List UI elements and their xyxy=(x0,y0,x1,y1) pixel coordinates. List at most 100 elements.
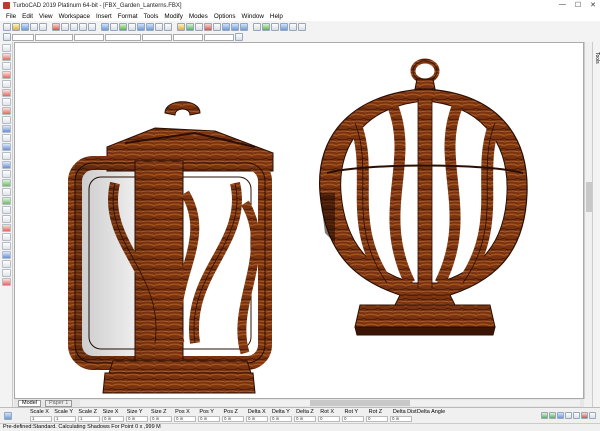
curve-icon[interactable] xyxy=(1,107,11,115)
vertical-scrollbar[interactable] xyxy=(584,42,592,399)
pen-color-field[interactable] xyxy=(105,33,141,41)
toolbar-options-icon[interactable] xyxy=(235,33,243,41)
save-icon[interactable] xyxy=(21,22,29,31)
snap-icon[interactable] xyxy=(119,22,127,31)
print-icon[interactable] xyxy=(30,22,38,31)
minimize-icon[interactable]: — xyxy=(559,1,566,9)
trace-mode-icon[interactable] xyxy=(565,412,572,419)
field-scale-x[interactable]: 1 xyxy=(30,416,52,422)
brush-field[interactable] xyxy=(142,33,172,41)
horizontal-scroll-thumb[interactable] xyxy=(310,400,410,406)
properties-icon[interactable] xyxy=(280,22,288,31)
cut-icon[interactable] xyxy=(52,22,60,31)
maximize-icon[interactable]: ☐ xyxy=(575,1,581,9)
shading-icon[interactable] xyxy=(186,22,194,31)
field-size-y[interactable]: 0 in xyxy=(126,416,148,422)
menu-tools[interactable]: Tools xyxy=(144,13,159,20)
close-icon[interactable]: ✕ xyxy=(590,1,596,9)
zoom-window-icon[interactable] xyxy=(155,22,163,31)
open-file-icon[interactable] xyxy=(12,22,20,31)
revolve-icon[interactable] xyxy=(1,188,11,196)
workplane-icon[interactable] xyxy=(253,22,261,31)
view-front-icon[interactable] xyxy=(231,22,239,31)
mirror-icon[interactable] xyxy=(1,242,11,250)
field-rot-x[interactable]: 0 xyxy=(318,416,340,422)
grid-mode-icon[interactable] xyxy=(557,412,564,419)
camera-icon[interactable] xyxy=(213,22,221,31)
move-icon[interactable] xyxy=(1,215,11,223)
boolean-icon[interactable] xyxy=(1,197,11,205)
offset-icon[interactable] xyxy=(1,269,11,277)
light-icon[interactable] xyxy=(204,22,212,31)
coordinate-icon[interactable] xyxy=(262,22,270,31)
text-style-field[interactable] xyxy=(204,33,234,41)
layer-field[interactable] xyxy=(12,33,34,41)
field-size-x[interactable]: 0 in xyxy=(102,416,124,422)
view-iso-icon[interactable] xyxy=(240,22,248,31)
fillet-icon[interactable] xyxy=(1,206,11,214)
rectangle-icon[interactable] xyxy=(1,80,11,88)
menu-edit[interactable]: Edit xyxy=(22,13,33,20)
units-icon[interactable] xyxy=(573,412,580,419)
settings-icon[interactable] xyxy=(589,412,596,419)
zoom-in-icon[interactable] xyxy=(137,22,145,31)
dimension-icon[interactable] xyxy=(1,134,11,142)
field-size-z[interactable]: 0 in xyxy=(150,416,172,422)
rotate-icon[interactable] xyxy=(1,224,11,232)
array-icon[interactable] xyxy=(1,251,11,259)
pen-width-field[interactable] xyxy=(74,33,104,41)
zoom-out-icon[interactable] xyxy=(146,22,154,31)
extrude-icon[interactable] xyxy=(1,179,11,187)
pen-style-field[interactable] xyxy=(35,33,73,41)
line-icon[interactable] xyxy=(1,62,11,70)
ortho-mode-icon[interactable] xyxy=(549,412,556,419)
palette-icon[interactable] xyxy=(298,22,306,31)
field-delta-y[interactable]: 0 in xyxy=(270,416,292,422)
trim-icon[interactable] xyxy=(1,260,11,268)
scale-icon[interactable] xyxy=(1,233,11,241)
grid-icon[interactable] xyxy=(128,22,136,31)
layer-selector-icon[interactable] xyxy=(3,33,11,41)
menu-format[interactable]: Format xyxy=(118,13,138,20)
circle-icon[interactable] xyxy=(1,89,11,97)
material-field[interactable] xyxy=(173,33,203,41)
menu-window[interactable]: Window xyxy=(242,13,264,20)
text-icon[interactable] xyxy=(1,125,11,133)
field-rot-y[interactable]: 0 xyxy=(342,416,364,422)
field-pos-z[interactable]: 0 in xyxy=(222,416,244,422)
zoom-extents-icon[interactable] xyxy=(164,22,172,31)
print-preview-icon[interactable] xyxy=(39,22,47,31)
menu-help[interactable]: Help xyxy=(270,13,283,20)
new-file-icon[interactable] xyxy=(3,22,11,31)
cylinder-icon[interactable] xyxy=(1,170,11,178)
undo-icon[interactable] xyxy=(79,22,87,31)
menu-modify[interactable]: Modify xyxy=(164,13,183,20)
wireframe-icon[interactable] xyxy=(195,22,203,31)
erase-icon[interactable] xyxy=(1,278,11,286)
snap-mode-icon[interactable] xyxy=(541,412,548,419)
layer-icon[interactable] xyxy=(110,22,118,31)
drawing-viewport[interactable] xyxy=(14,42,584,399)
field-delta-dist[interactable]: 0 in xyxy=(390,416,412,422)
select-arrow-icon[interactable] xyxy=(1,44,11,52)
menu-view[interactable]: View xyxy=(39,13,53,20)
menu-insert[interactable]: Insert xyxy=(96,13,112,20)
tab-model[interactable]: Model xyxy=(18,399,41,407)
menu-file[interactable]: File xyxy=(6,13,16,20)
tools-side-panel[interactable]: Tools xyxy=(592,42,600,407)
field-scale-y[interactable]: 1 xyxy=(54,416,76,422)
polyline-icon[interactable] xyxy=(1,71,11,79)
copy-icon[interactable] xyxy=(61,22,69,31)
polygon-icon[interactable] xyxy=(1,116,11,124)
measure-icon[interactable] xyxy=(271,22,279,31)
field-pos-y[interactable]: 0 in xyxy=(198,416,220,422)
menu-options[interactable]: Options xyxy=(214,13,236,20)
design-director-icon[interactable] xyxy=(289,22,297,31)
record-icon[interactable] xyxy=(581,412,588,419)
horizontal-scrollbar[interactable] xyxy=(80,400,580,406)
arc-icon[interactable] xyxy=(1,98,11,106)
field-scale-z[interactable]: 1 xyxy=(78,416,100,422)
tab-paper-1[interactable]: Paper 1 xyxy=(44,399,73,407)
render-icon[interactable] xyxy=(177,22,185,31)
menu-workspace[interactable]: Workspace xyxy=(59,13,90,20)
